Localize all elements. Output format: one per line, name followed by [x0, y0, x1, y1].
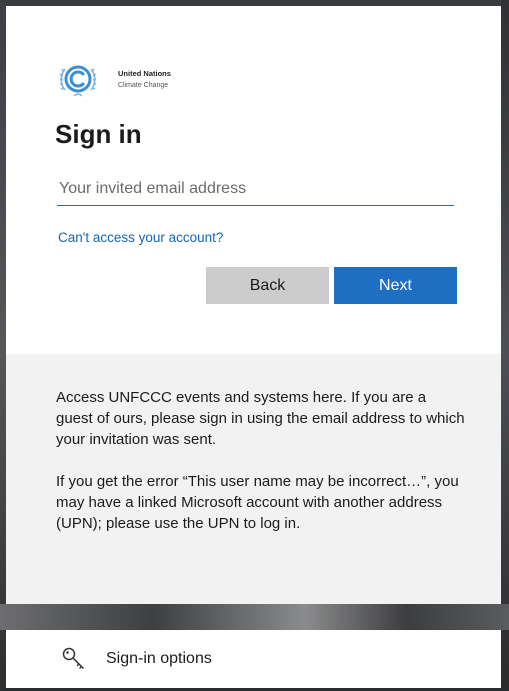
info-paragraph-access: Access UNFCCC events and systems here. I… — [56, 389, 465, 448]
unfccc-logo-icon — [59, 65, 97, 97]
info-paragraph-error: If you get the error “This user name may… — [56, 473, 459, 532]
logo-wordmark: United Nations Climate Change — [118, 69, 171, 91]
next-button[interactable]: Next — [334, 267, 457, 304]
page-title: Sign in — [55, 119, 142, 149]
signin-card: United Nations Climate Change Sign in Ca… — [6, 6, 501, 604]
background-bottom — [0, 604, 509, 630]
logo-line-2: Climate Change — [118, 82, 169, 89]
signin-panel: United Nations Climate Change Sign in Ca… — [6, 6, 501, 354]
organization-logo: United Nations Climate Change — [56, 58, 171, 102]
logo-line-1: United Nations — [118, 69, 171, 78]
back-button[interactable]: Back — [206, 267, 329, 304]
signin-options-button[interactable]: Sign-in options — [6, 630, 501, 688]
email-field[interactable] — [57, 172, 454, 206]
signin-options-label: Sign-in options — [106, 650, 212, 667]
cant-access-account-link[interactable]: Can't access your account? — [58, 230, 223, 245]
info-panel: Access UNFCCC events and systems here. I… — [6, 354, 501, 604]
background-right — [501, 0, 509, 691]
key-icon — [62, 647, 84, 669]
